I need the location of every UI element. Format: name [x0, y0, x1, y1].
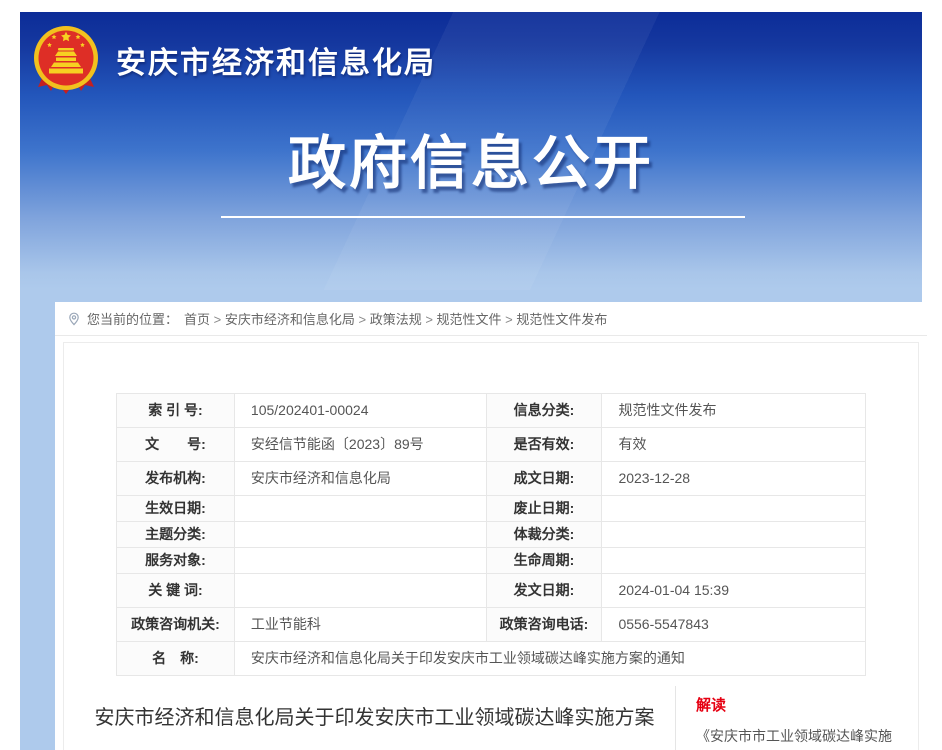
table-row: 文 号:安经信节能函〔2023〕89号是否有效:有效 [117, 428, 866, 462]
breadcrumb: 您当前的位置： 首页 > 安庆市经济和信息化局 > 政策法规 > 规范性文件 >… [55, 302, 927, 336]
meta-value-cell: 0556-5547843 [602, 608, 866, 642]
meta-value-cell [234, 496, 486, 522]
interpretation-heading: 解读 [696, 694, 902, 715]
meta-label-cell: 名 称: [117, 642, 235, 676]
location-pin-icon [67, 312, 81, 326]
doc-meta-table: 索 引 号:105/202401-00024信息分类:规范性文件发布文 号:安经… [116, 393, 866, 676]
table-row: 索 引 号:105/202401-00024信息分类:规范性文件发布 [117, 394, 866, 428]
doc-section: 安庆市经济和信息化局关于印发安庆市工业领域碳达峰实施方案的通知 解读 《安庆市市… [64, 682, 918, 750]
meta-label-cell: 生效日期: [117, 496, 235, 522]
breadcrumb-prefix: 您当前的位置： [87, 309, 178, 328]
meta-value-cell: 有效 [602, 428, 866, 462]
table-row: 生效日期: 废止日期: [117, 496, 866, 522]
breadcrumb-link[interactable]: 规范性文件发布 [516, 312, 607, 327]
meta-label-cell: 是否有效: [486, 428, 602, 462]
meta-value-cell [234, 522, 486, 548]
meta-label-cell: 关 键 词: [117, 574, 235, 608]
meta-value-cell: 安经信节能函〔2023〕89号 [234, 428, 486, 462]
table-row: 服务对象: 生命周期: [117, 548, 866, 574]
meta-value-cell [602, 496, 866, 522]
breadcrumb-separator: > [355, 312, 370, 327]
meta-label-cell: 信息分类: [486, 394, 602, 428]
meta-value-cell [602, 548, 866, 574]
breadcrumb-link[interactable]: 规范性文件 [437, 312, 502, 327]
table-row: 政策咨询机关:工业节能科政策咨询电话:0556-5547843 [117, 608, 866, 642]
national-emblem-logo [30, 24, 102, 96]
meta-label-cell: 服务对象: [117, 548, 235, 574]
interpretation-link[interactable]: 《安庆市市工业领域碳达峰实施方案》解读 [696, 724, 902, 750]
meta-label-cell: 主题分类: [117, 522, 235, 548]
article-title: 安庆市经济和信息化局关于印发安庆市工业领域碳达峰实施方案的通知 [90, 696, 659, 750]
meta-label-cell: 政策咨询电话: [486, 608, 602, 642]
meta-value-cell: 规范性文件发布 [602, 394, 866, 428]
page-title: 政府信息公开 [20, 116, 922, 200]
meta-label-cell: 发文日期: [486, 574, 602, 608]
meta-label-cell: 生命周期: [486, 548, 602, 574]
meta-label-cell: 废止日期: [486, 496, 602, 522]
breadcrumb-link[interactable]: 安庆市经济和信息化局 [225, 312, 355, 327]
interpretation-sidebar: 解读 《安庆市市工业领域碳达峰实施方案》解读 [675, 686, 918, 750]
meta-value-cell [234, 574, 486, 608]
meta-value-cell: 105/202401-00024 [234, 394, 486, 428]
meta-label-cell: 索 引 号: [117, 394, 235, 428]
breadcrumb-separator: > [422, 312, 437, 327]
content-panel: 您当前的位置： 首页 > 安庆市经济和信息化局 > 政策法规 > 规范性文件 >… [55, 302, 927, 750]
document-card: 索 引 号:105/202401-00024信息分类:规范性文件发布文 号:安经… [63, 342, 919, 750]
table-row: 发布机构:安庆市经济和信息化局成文日期:2023-12-28 [117, 462, 866, 496]
meta-value-cell: 2024-01-04 15:39 [602, 574, 866, 608]
meta-label-cell: 政策咨询机关: [117, 608, 235, 642]
breadcrumb-items: 首页 > 安庆市经济和信息化局 > 政策法规 > 规范性文件 > 规范性文件发布 [184, 309, 607, 328]
meta-value-cell: 工业节能科 [234, 608, 486, 642]
table-row: 主题分类: 体裁分类: [117, 522, 866, 548]
meta-value-cell [234, 548, 486, 574]
table-row: 关 键 词: 发文日期:2024-01-04 15:39 [117, 574, 866, 608]
breadcrumb-link[interactable]: 政策法规 [370, 312, 422, 327]
page-background-column: 安庆市经济和信息化局 政府信息公开 您当前的位置： 首页 > 安庆市经济和信息化… [20, 12, 922, 750]
meta-label-cell: 成文日期: [486, 462, 602, 496]
breadcrumb-link[interactable]: 首页 [184, 312, 210, 327]
site-brand[interactable]: 安庆市经济和信息化局 [30, 24, 436, 96]
breadcrumb-separator: > [502, 312, 517, 327]
meta-label-cell: 文 号: [117, 428, 235, 462]
meta-value-cell [602, 522, 866, 548]
meta-value-cell: 2023-12-28 [602, 462, 866, 496]
top-banner: 安庆市经济和信息化局 政府信息公开 [20, 12, 922, 290]
table-row: 名 称:安庆市经济和信息化局关于印发安庆市工业领域碳达峰实施方案的通知 [117, 642, 866, 676]
meta-value-cell: 安庆市经济和信息化局关于印发安庆市工业领域碳达峰实施方案的通知 [234, 642, 865, 676]
meta-label-cell: 体裁分类: [486, 522, 602, 548]
site-title[interactable]: 安庆市经济和信息化局 [116, 38, 436, 82]
meta-label-cell: 发布机构: [117, 462, 235, 496]
breadcrumb-separator: > [210, 312, 225, 327]
meta-value-cell: 安庆市经济和信息化局 [234, 462, 486, 496]
article-column: 安庆市经济和信息化局关于印发安庆市工业领域碳达峰实施方案的通知 [64, 682, 675, 750]
banner-underline [221, 216, 745, 218]
